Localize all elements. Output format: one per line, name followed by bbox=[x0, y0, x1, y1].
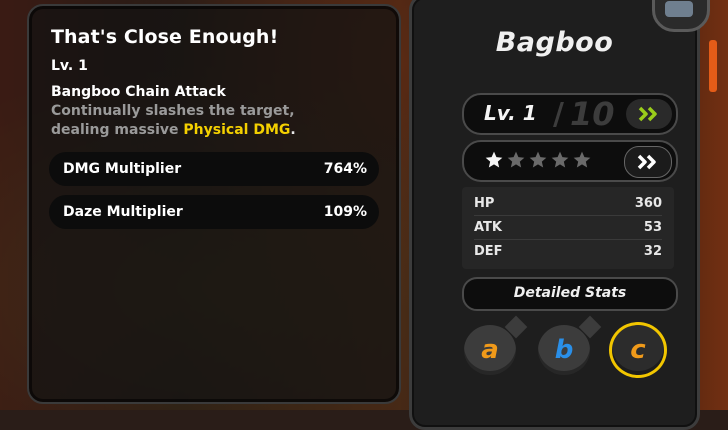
skill-title: That's Close Enough! bbox=[51, 26, 279, 48]
portrait-thumbnail bbox=[665, 1, 693, 17]
skill-slot-a[interactable]: a bbox=[460, 315, 528, 377]
stat-key: HP bbox=[474, 196, 495, 211]
stat-row-def: DEF 32 bbox=[474, 241, 662, 263]
dmg-multiplier-row: DMG Multiplier 764% bbox=[49, 152, 379, 186]
stat-key: ATK bbox=[474, 220, 502, 235]
description-suffix: . bbox=[290, 122, 296, 138]
skill-slot-b[interactable]: b bbox=[534, 315, 602, 377]
skill-letter: a bbox=[481, 335, 499, 365]
stat-value: 32 bbox=[643, 244, 662, 259]
stat-value: 360 bbox=[634, 196, 662, 211]
stat-value: 53 bbox=[643, 220, 662, 235]
double-chevron-right-icon bbox=[638, 106, 657, 122]
agent-panel: Bagboo Lv. 1 / 10 HP 360 ATK 53 DEF 32 D… bbox=[409, 0, 700, 430]
skill-c-icon: c bbox=[612, 325, 664, 375]
stat-label: DMG Multiplier bbox=[63, 161, 182, 177]
skill-a-icon: a bbox=[464, 325, 516, 375]
level-bar: Lv. 1 / 10 bbox=[462, 93, 678, 135]
skill-letter: c bbox=[630, 335, 646, 365]
double-chevron-right-icon bbox=[637, 154, 656, 170]
star-empty-icon bbox=[573, 151, 591, 168]
star-empty-icon bbox=[529, 151, 547, 168]
skill-info-panel: That's Close Enough! Lv. 1 Bangboo Chain… bbox=[27, 4, 401, 404]
skill-description: Continually slashes the target, dealing … bbox=[51, 102, 371, 140]
rank-up-button[interactable] bbox=[624, 146, 672, 178]
current-level: Lv. 1 bbox=[484, 101, 537, 125]
stat-row-atk: ATK 53 bbox=[474, 217, 662, 240]
daze-multiplier-row: Daze Multiplier 109% bbox=[49, 195, 379, 229]
star-empty-icon bbox=[551, 151, 569, 168]
base-stats-table: HP 360 ATK 53 DEF 32 bbox=[462, 187, 674, 269]
star-rating bbox=[484, 150, 592, 170]
attack-name: Bangboo Chain Attack bbox=[51, 84, 226, 100]
stat-label: Daze Multiplier bbox=[63, 204, 183, 220]
skill-b-icon: b bbox=[538, 325, 590, 375]
description-prefix: dealing massive bbox=[51, 122, 184, 138]
stat-key: DEF bbox=[474, 244, 503, 259]
detailed-stats-button[interactable]: Detailed Stats bbox=[462, 277, 678, 311]
max-level: 10 bbox=[570, 95, 615, 133]
description-highlight: Physical DMG bbox=[183, 122, 291, 138]
skill-level: Lv. 1 bbox=[51, 58, 88, 74]
stat-value: 109% bbox=[323, 204, 367, 220]
star-filled-icon bbox=[485, 151, 503, 168]
level-separator: / bbox=[553, 97, 564, 132]
stat-value: 764% bbox=[323, 161, 367, 177]
star-rank-bar bbox=[462, 140, 678, 182]
description-line-1: Continually slashes the target, bbox=[51, 103, 295, 119]
star-empty-icon bbox=[507, 151, 525, 168]
skill-letter: b bbox=[554, 335, 574, 365]
level-up-button[interactable] bbox=[626, 99, 672, 129]
stat-row-hp: HP 360 bbox=[474, 193, 662, 216]
skill-slot-c[interactable]: c bbox=[608, 323, 668, 377]
agent-name: Bagboo bbox=[495, 27, 614, 58]
corner-portrait-button[interactable] bbox=[652, 0, 710, 32]
edge-accent bbox=[709, 40, 717, 92]
